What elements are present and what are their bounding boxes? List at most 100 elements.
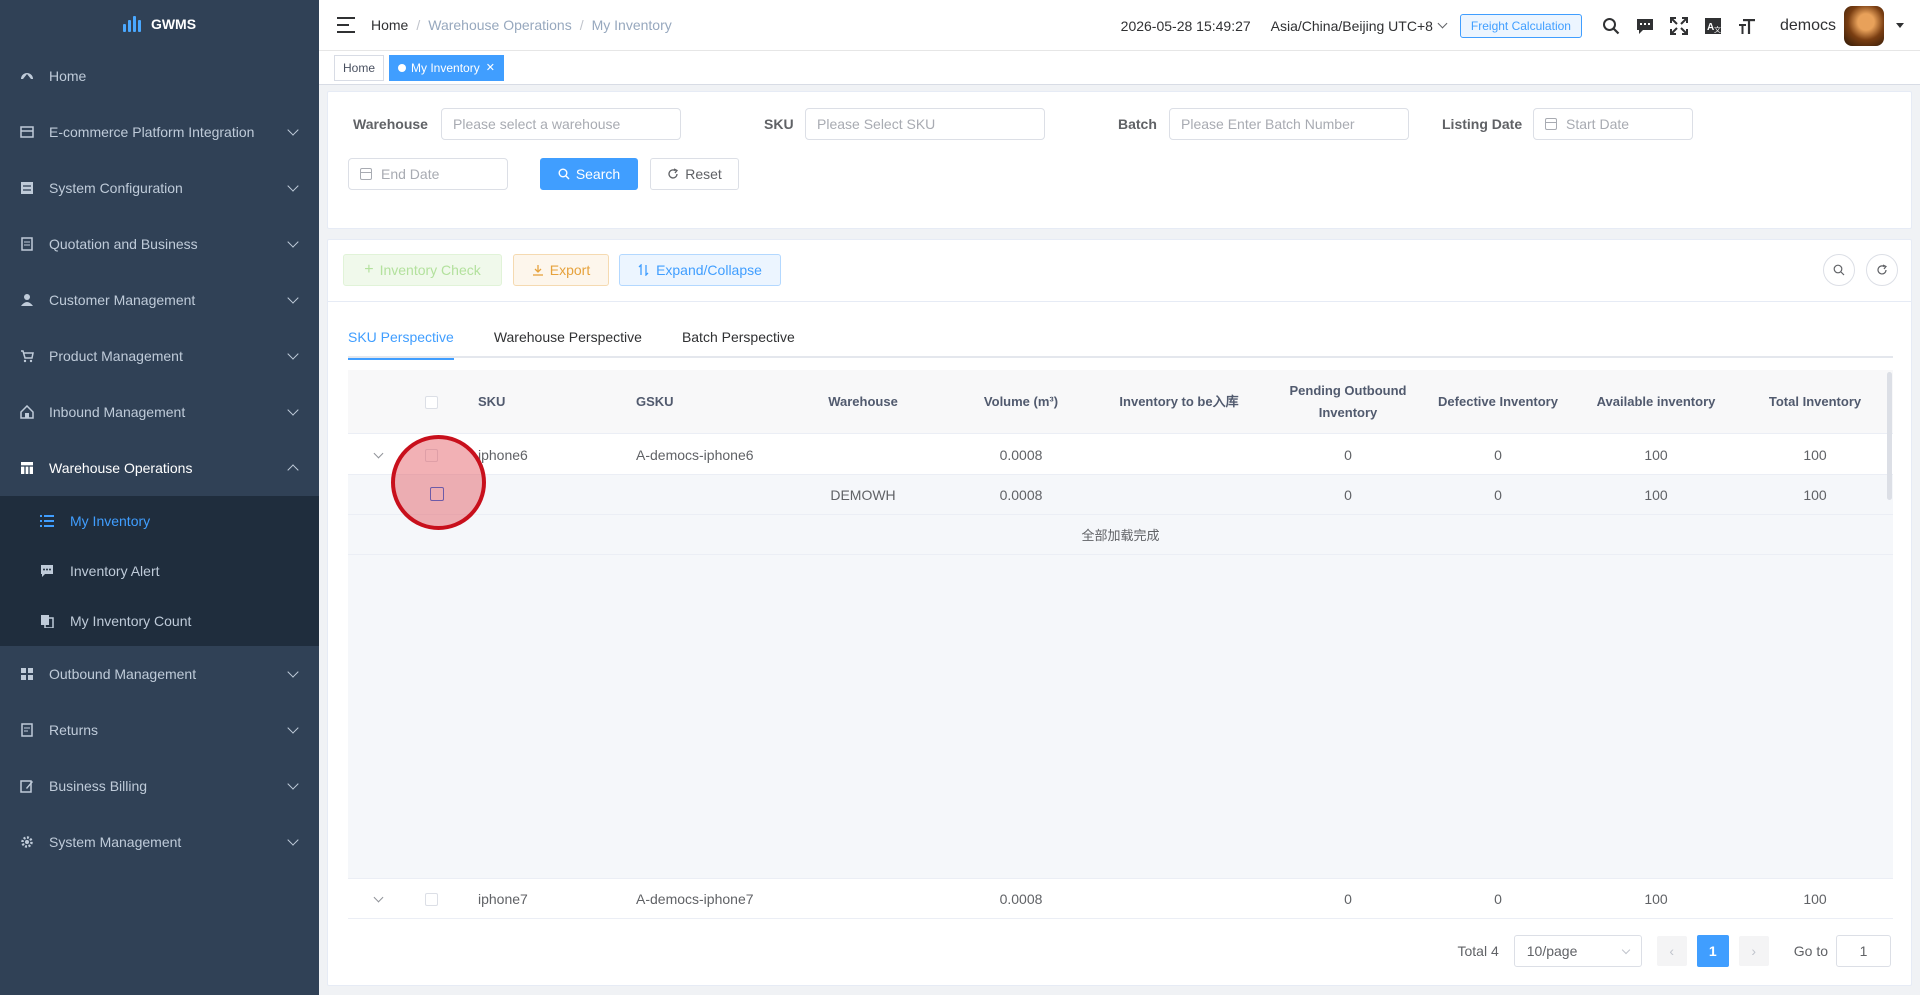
next-page-button[interactable]: › — [1738, 936, 1769, 966]
prev-page-button[interactable]: ‹ — [1656, 936, 1687, 966]
reset-button[interactable]: Reset — [650, 158, 739, 190]
chevron-down-icon — [287, 348, 299, 360]
list-icon — [40, 514, 54, 528]
search-button-label: Search — [575, 166, 621, 182]
tag-my-inventory[interactable]: My Inventory ✕ — [389, 54, 504, 81]
table-scrollbar[interactable] — [1887, 372, 1892, 500]
pagination-total: Total 4 — [1457, 943, 1499, 959]
row-checkbox[interactable] — [430, 487, 444, 501]
chevron-down-icon — [287, 722, 299, 734]
cell-available: 100 — [1644, 487, 1668, 503]
expand-collapse-button[interactable]: Expand/Collapse — [619, 254, 781, 286]
timezone-select[interactable]: Asia/China/Beijing UTC+8 — [1271, 18, 1448, 34]
goto-label: Go to — [1793, 943, 1828, 959]
inventory-check-button[interactable]: + Inventory Check — [343, 254, 502, 286]
sidebar-item-warehouse-operations[interactable]: Warehouse Operations — [0, 440, 319, 496]
column-header-volume: Volume (m³) — [983, 394, 1059, 409]
sidebar-item-customer-management[interactable]: Customer Management — [0, 272, 319, 328]
row-checkbox[interactable] — [424, 892, 438, 906]
tab-batch-perspective[interactable]: Batch Perspective — [682, 322, 795, 358]
batch-input[interactable]: Please Enter Batch Number — [1169, 108, 1409, 140]
caret-down-icon[interactable] — [1896, 23, 1904, 28]
refresh-button[interactable] — [1866, 254, 1898, 286]
sidebar-item-label: E-commerce Platform Integration — [49, 124, 255, 140]
active-dot-icon — [398, 63, 407, 72]
username[interactable]: democs — [1780, 17, 1836, 35]
server-icon — [20, 181, 34, 195]
close-icon[interactable]: ✕ — [486, 61, 495, 74]
toggle-search-button[interactable] — [1823, 254, 1855, 286]
sidebar-item-outbound-management[interactable]: Outbound Management — [0, 646, 319, 702]
sidebar-item-my-inventory-count[interactable]: My Inventory Count — [0, 596, 319, 646]
batch-label: Batch — [1118, 116, 1157, 132]
cell-warehouse — [788, 879, 938, 919]
freight-calculation-button[interactable]: Freight Calculation — [1459, 13, 1582, 38]
search-icon — [1833, 264, 1845, 276]
page-size-select[interactable]: 10/page — [1513, 935, 1642, 967]
sidebar-item-returns[interactable]: Returns — [0, 702, 319, 758]
translate-icon[interactable]: A文 — [1702, 15, 1724, 37]
tab-warehouse-perspective[interactable]: Warehouse Perspective — [494, 322, 642, 358]
sidebar-item-label: Inventory Alert — [70, 563, 160, 579]
chevron-down-icon — [373, 448, 383, 458]
perspective-tabs: SKU Perspective Warehouse Perspective Ba… — [348, 322, 1893, 360]
return-icon — [20, 723, 34, 737]
warehouse-placeholder: Please select a warehouse — [453, 116, 621, 132]
sidebar-item-inbound-management[interactable]: Inbound Management — [0, 384, 319, 440]
tab-sku-perspective[interactable]: SKU Perspective — [348, 322, 454, 360]
export-button[interactable]: Export — [513, 254, 609, 286]
select-all-checkbox-cell — [416, 370, 446, 434]
select-all-checkbox[interactable] — [424, 395, 438, 409]
sidebar-item-quotation[interactable]: Quotation and Business — [0, 216, 319, 272]
page-size-value: 10/page — [1526, 943, 1578, 959]
end-date-picker[interactable]: End Date — [348, 158, 508, 190]
cell-total: 100 — [1803, 447, 1827, 463]
table-row[interactable]: iphone6 A-democs-iphone6 0.0008 0 0 100 … — [348, 435, 1893, 475]
breadcrumb-my-inventory: My Inventory — [591, 17, 672, 33]
font-size-icon[interactable] — [1736, 15, 1758, 37]
expand-toggle[interactable] — [368, 879, 388, 919]
sidebar-item-home[interactable]: Home — [0, 48, 319, 104]
cell-gsku — [636, 475, 786, 515]
column-header-to-inbound: Inventory to be入库 — [1119, 394, 1239, 409]
sidebar-item-ecommerce[interactable]: E-commerce Platform Integration — [0, 104, 319, 160]
reset-button-label: Reset — [685, 166, 722, 182]
breadcrumb: Home / Warehouse Operations / My Invento… — [371, 17, 672, 33]
sidebar-item-inventory-alert[interactable]: Inventory Alert — [0, 546, 319, 596]
cell-gsku: A-democs-iphone6 — [636, 447, 754, 463]
tag-home[interactable]: Home — [334, 54, 385, 81]
tags-view: Home My Inventory ✕ — [319, 51, 1920, 85]
avatar[interactable] — [1844, 5, 1884, 46]
sidebar-item-system-management[interactable]: System Management — [0, 814, 319, 870]
search-button[interactable]: Search — [540, 158, 638, 190]
hamburger-icon[interactable] — [337, 17, 355, 33]
sidebar-item-label: Returns — [49, 722, 99, 738]
app-logo[interactable]: GWMS — [0, 0, 319, 48]
fullscreen-icon[interactable] — [1668, 15, 1690, 37]
goto-page-input[interactable]: 1 — [1836, 935, 1891, 967]
sidebar-item-system-configuration[interactable]: System Configuration — [0, 160, 319, 216]
table-row[interactable]: iphone7 A-democs-iphone7 0.0008 0 0 100 … — [348, 879, 1893, 919]
warehouse-operations-submenu: My Inventory Inventory Alert My Inventor… — [0, 496, 319, 646]
expand-toggle[interactable] — [368, 435, 388, 475]
sidebar-item-product-management[interactable]: Product Management — [0, 328, 319, 384]
message-icon[interactable] — [1634, 15, 1656, 37]
sku-select[interactable]: Please Select SKU — [805, 108, 1045, 140]
export-label: Export — [549, 262, 591, 278]
warehouse-select[interactable]: Please select a warehouse — [441, 108, 681, 140]
page-number-button[interactable]: 1 — [1696, 935, 1729, 967]
app-name: GWMS — [150, 16, 197, 32]
start-date-picker[interactable]: Start Date — [1533, 108, 1693, 140]
user-icon — [20, 293, 34, 307]
search-icon[interactable] — [1600, 15, 1622, 37]
sidebar-item-business-billing[interactable]: Business Billing — [0, 758, 319, 814]
table-row[interactable]: DEMOWH 0.0008 0 0 100 100 — [348, 475, 1893, 515]
calendar-icon — [1545, 118, 1557, 130]
calendar-icon — [360, 168, 372, 180]
sidebar-item-my-inventory[interactable]: My Inventory — [0, 496, 319, 546]
cell-volume: 0.0008 — [999, 487, 1043, 503]
tag-label: Home — [343, 60, 376, 75]
gear-icon — [20, 835, 34, 849]
top-navbar: Home / Warehouse Operations / My Invento… — [319, 0, 1920, 51]
breadcrumb-home[interactable]: Home — [371, 17, 408, 33]
